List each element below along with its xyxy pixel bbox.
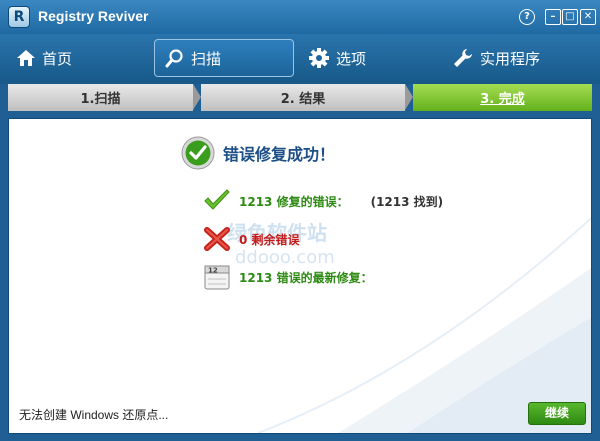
nav-home[interactable]: 首页 — [6, 39, 146, 77]
calendar-day: 12 — [208, 267, 218, 275]
success-header: 错误修复成功！ — [181, 136, 335, 170]
red-x-icon — [204, 227, 230, 251]
result-recent-row: 12 1213 错误的最新修复： — [203, 263, 373, 291]
nav-scan[interactable]: 扫描 — [154, 39, 294, 77]
maximize-button[interactable]: □ — [562, 9, 578, 25]
found-count-text: (1213 找到) — [370, 194, 444, 209]
wrench-icon — [454, 49, 472, 67]
recent-fixes-text: 1213 错误的最新修复： — [239, 270, 373, 285]
step-scan-label: 1.扫描 — [80, 92, 121, 107]
step-progress-bar: 1.扫描 2. 结果 3. 完成 — [8, 84, 592, 111]
fixed-errors-text: 1213 修复的错误： — [239, 194, 349, 209]
app-logo-icon: R — [8, 6, 30, 28]
check-icon — [204, 189, 230, 210]
step-separator — [193, 84, 201, 110]
search-icon — [165, 49, 183, 68]
app-title: Registry Reviver — [38, 8, 149, 24]
step-scan: 1.扫描 — [8, 84, 193, 111]
remaining-errors-text: 0 剩余错误 — [239, 232, 300, 247]
help-button[interactable]: ? — [519, 9, 535, 25]
main-nav: 首页 扫描 选项 实用程序 — [0, 34, 600, 84]
content-panel: 绿色软件站 ddooo.com 错误修复成功！ 1213 修复的错误： (121… — [8, 118, 592, 434]
result-fixed-row: 1213 修复的错误： (1213 找到) — [203, 189, 443, 213]
step-results: 2. 结果 — [201, 84, 405, 111]
nav-home-label: 首页 — [42, 49, 73, 68]
calendar-icon: 12 — [204, 265, 230, 290]
title-bar: R Registry Reviver ? – □ ✕ — [0, 0, 600, 34]
nav-scan-label: 扫描 — [191, 49, 222, 68]
nav-utilities[interactable]: 实用程序 — [442, 39, 592, 77]
result-remaining-row: 0 剩余错误 — [203, 226, 300, 252]
step-results-label: 2. 结果 — [280, 92, 326, 107]
step-finish-label: 3. 完成 — [480, 92, 525, 107]
nav-utilities-label: 实用程序 — [480, 49, 541, 68]
app-window: R Registry Reviver ? – □ ✕ 首页 扫描 选项 实用程序… — [0, 0, 600, 441]
continue-button[interactable]: 继续 — [528, 402, 586, 425]
success-check-icon — [181, 136, 215, 170]
home-icon — [17, 50, 35, 66]
step-finish: 3. 完成 — [413, 84, 592, 111]
nav-options[interactable]: 选项 — [298, 39, 438, 77]
step-separator — [405, 84, 413, 110]
success-title: 错误修复成功！ — [223, 145, 336, 164]
gear-icon — [309, 48, 329, 68]
close-button[interactable]: ✕ — [580, 9, 596, 25]
status-text: 无法创建 Windows 还原点... — [19, 408, 169, 422]
minimize-button[interactable]: – — [545, 9, 561, 25]
nav-options-label: 选项 — [336, 49, 367, 68]
